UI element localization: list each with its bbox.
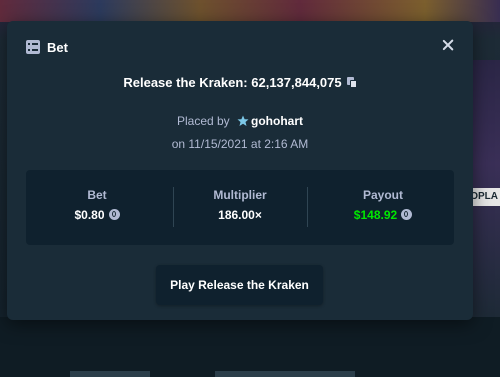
username-link[interactable]: gohohart: [251, 114, 303, 128]
stat-multiplier: Multiplier 186.00×: [169, 170, 311, 245]
stat-divider: [307, 187, 308, 227]
stat-payout-label: Payout: [362, 188, 403, 202]
game-reel-strip: [0, 0, 500, 22]
close-icon[interactable]: [441, 38, 455, 52]
stat-multiplier-value: 186.00×: [218, 208, 262, 222]
stat-payout-value-row: $148.92: [312, 208, 454, 222]
modal-title: Bet: [47, 39, 68, 55]
game-side-label: OPLA: [470, 188, 500, 206]
stat-bet: Bet $0.80: [26, 170, 168, 245]
play-game-button[interactable]: Play Release the Kraken: [156, 265, 323, 305]
bet-slip-icon: [26, 40, 40, 54]
bet-date: on 11/15/2021 at 2:16 AM: [171, 137, 309, 151]
bet-name-text: Release the Kraken: 62,137,844,075: [123, 75, 342, 90]
game-bottom-tile: [70, 371, 150, 377]
stat-bet-value-row: $0.80: [26, 208, 168, 222]
stat-bet-label: Bet: [87, 188, 107, 202]
bet-stats-panel: Bet $0.80 Multiplier 186.00× Payout $148…: [26, 170, 454, 245]
litecoin-icon: [401, 209, 413, 220]
stat-multiplier-label: Multiplier: [213, 188, 267, 202]
bet-identifier: Release the Kraken: 62,137,844,075: [7, 75, 473, 90]
stat-payout-value: $148.92: [353, 208, 398, 222]
game-bottom-tile: [215, 371, 355, 377]
game-bottom-bar: [0, 317, 500, 377]
placed-by-label: Placed by: [176, 114, 230, 128]
placed-by-line: Placed by gohohart: [7, 114, 473, 128]
vip-star-icon: [237, 115, 249, 126]
stat-payout: Payout $148.92: [312, 170, 454, 245]
litecoin-icon: [108, 209, 120, 220]
modal-header: Bet: [26, 38, 68, 56]
bet-modal: Bet Release the Kraken: 62,137,844,075 P…: [7, 21, 473, 320]
copy-icon[interactable]: [346, 77, 357, 88]
stat-bet-value: $0.80: [74, 208, 105, 222]
